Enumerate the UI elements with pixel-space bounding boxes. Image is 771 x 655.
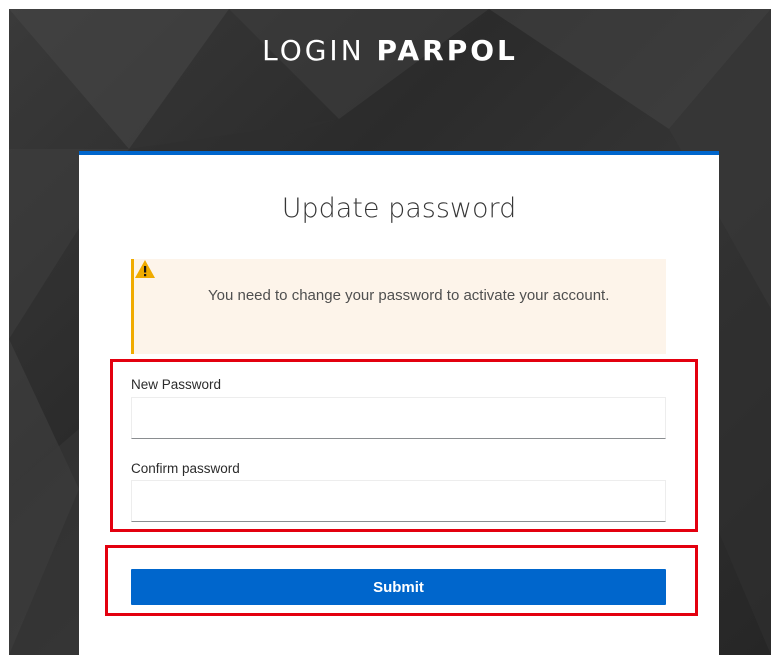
warning-alert: You need to change your password to acti… <box>131 259 666 354</box>
submit-button-highlight <box>105 545 698 616</box>
brand-prefix: LOGIN <box>262 34 365 67</box>
alert-message: You need to change your password to acti… <box>208 287 610 304</box>
page-title: Update password <box>281 193 517 224</box>
brand-name: PARPOL <box>376 34 518 67</box>
brand-header: LOGIN PARPOL <box>9 34 771 67</box>
warning-triangle-icon <box>135 260 155 278</box>
password-fields-highlight <box>110 359 698 532</box>
